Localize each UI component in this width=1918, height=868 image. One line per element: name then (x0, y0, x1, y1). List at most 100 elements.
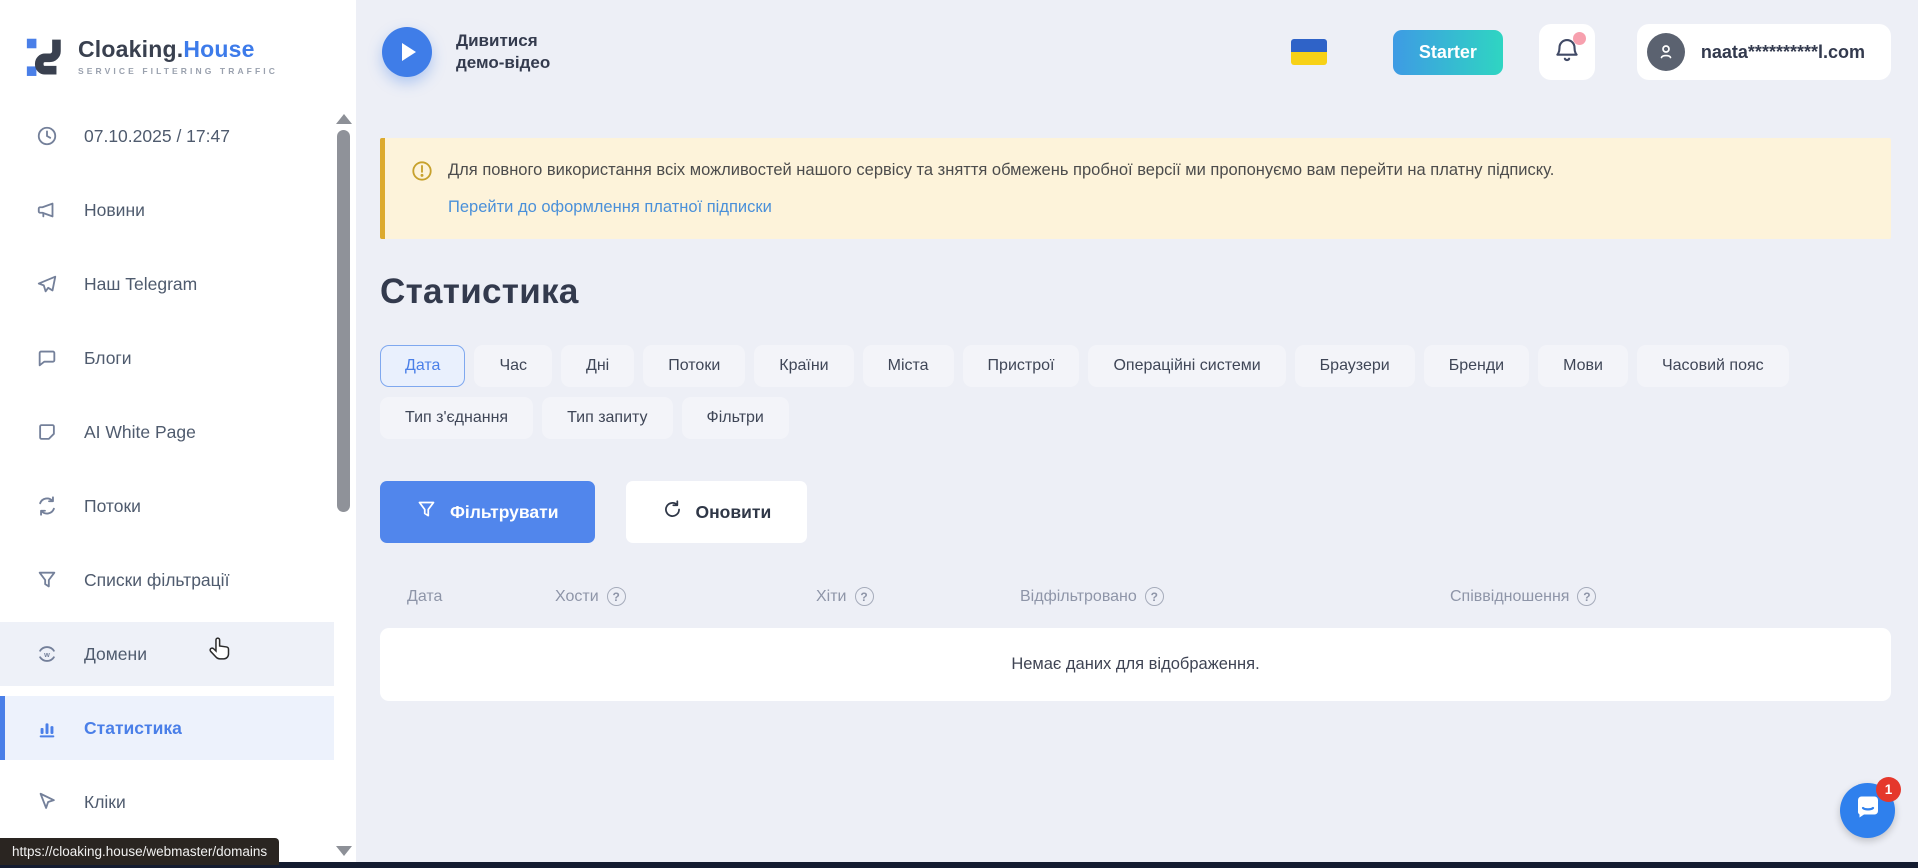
sidebar-nav: 07.10.2025 / 17:47 Новини Наш Telegram Б… (0, 104, 334, 844)
stat-tabs-row-2: Тип з'єднання Тип запиту Фільтри (380, 397, 1891, 439)
play-icon (402, 43, 416, 61)
brand-logo[interactable]: Cloaking.House SERVICE FILTERING TRAFFIC (0, 0, 356, 86)
user-avatar-icon (1647, 33, 1685, 71)
mouse-cursor-pointer (208, 636, 234, 666)
chat-widget-button[interactable]: 1 (1840, 783, 1895, 838)
tab-timezone[interactable]: Часовий пояс (1637, 345, 1789, 387)
empty-state-card: Немає даних для відображення. (380, 628, 1891, 701)
tab-days[interactable]: Дні (561, 345, 634, 387)
tab-streams[interactable]: Потоки (643, 345, 745, 387)
column-header-hits: Хіти ? (816, 587, 1020, 606)
clock-icon (36, 125, 58, 147)
sidebar-item-label: Новини (84, 200, 145, 221)
plan-starter-button[interactable]: Starter (1393, 30, 1503, 75)
tab-browsers[interactable]: Браузери (1295, 345, 1415, 387)
scrollbar-down-arrow[interactable] (336, 846, 352, 856)
trial-warning-banner: Для повного використання всіх можливосте… (380, 138, 1891, 239)
demo-video-play-button[interactable] (382, 27, 432, 77)
tab-brands[interactable]: Бренди (1424, 345, 1529, 387)
sync-icon (36, 495, 58, 517)
help-icon[interactable]: ? (1145, 587, 1164, 606)
banner-text: Для повного використання всіх можливосте… (448, 159, 1554, 182)
subscription-link[interactable]: Перейти до оформлення платної підписки (448, 198, 772, 217)
sidebar-item-clicks[interactable]: Кліки (0, 770, 334, 834)
demo-video-label[interactable]: Дивитися демо-відео (456, 30, 550, 74)
chat-unread-badge: 1 (1876, 777, 1901, 802)
tab-time[interactable]: Час (474, 345, 552, 387)
page-content: Для повного використання всіх можливосте… (356, 104, 1918, 701)
help-icon[interactable]: ? (855, 587, 874, 606)
sidebar-item-streams[interactable]: Потоки (0, 474, 334, 538)
sidebar-item-label: Кліки (84, 792, 126, 813)
sidebar-item-label: Домени (84, 644, 147, 665)
sidebar-item-label: AI White Page (84, 422, 196, 443)
brand-logo-icon (24, 31, 66, 82)
sidebar-item-label: Наш Telegram (84, 274, 197, 295)
refresh-icon (662, 499, 683, 525)
topbar: Дивитися демо-відео Starter naata*******… (356, 0, 1918, 104)
sidebar: Cloaking.House SERVICE FILTERING TRAFFIC… (0, 0, 356, 868)
sidebar-item-filter-lists[interactable]: Списки фільтрації (0, 548, 334, 612)
column-header-ratio: Співвідношення ? (1450, 587, 1596, 606)
sidebar-item-statistics[interactable]: Статистика (0, 696, 334, 760)
ukraine-flag-icon[interactable] (1291, 39, 1327, 65)
sidebar-item-domains[interactable]: w Домени (0, 622, 334, 686)
tab-languages[interactable]: Мови (1538, 345, 1628, 387)
megaphone-icon (36, 199, 58, 221)
scrollbar-up-arrow[interactable] (336, 114, 352, 124)
page-title: Статистика (380, 272, 1891, 312)
sidebar-item-label: Блоги (84, 348, 132, 369)
main-area: Дивитися демо-відео Starter naata*******… (356, 0, 1918, 868)
svg-text:w: w (43, 650, 50, 659)
sidebar-scrollbar-thumb[interactable] (337, 130, 350, 512)
globe-w-icon: w (36, 643, 58, 665)
brand-name: Cloaking.House SERVICE FILTERING TRAFFIC (78, 36, 278, 76)
tab-cities[interactable]: Міста (863, 345, 954, 387)
filter-button[interactable]: Фільтрувати (380, 481, 595, 543)
funnel-icon (36, 569, 58, 591)
column-header-hosts: Хости ? (555, 587, 816, 606)
sidebar-item-news[interactable]: Новини (0, 178, 334, 242)
action-buttons: Фільтрувати Оновити (380, 481, 1891, 543)
brand-tagline: SERVICE FILTERING TRAFFIC (78, 66, 278, 76)
help-icon[interactable]: ? (607, 587, 626, 606)
brand-name-accent: House (183, 36, 254, 62)
user-email: naata**********l.com (1701, 42, 1865, 63)
sidebar-item-date[interactable]: 07.10.2025 / 17:47 (0, 104, 334, 168)
notifications-button[interactable] (1539, 24, 1595, 80)
sidebar-item-ai-white-page[interactable]: AI White Page (0, 400, 334, 464)
user-menu[interactable]: naata**********l.com (1637, 24, 1891, 80)
sidebar-item-label: 07.10.2025 / 17:47 (84, 126, 230, 147)
page-icon (36, 421, 58, 443)
brand-name-dark: Cloaking. (78, 36, 183, 62)
notification-dot (1573, 32, 1586, 45)
tab-countries[interactable]: Країни (754, 345, 853, 387)
tab-filters[interactable]: Фільтри (682, 397, 789, 439)
column-header-filtered: Відфільтровано ? (1020, 587, 1450, 606)
telegram-icon (36, 273, 58, 295)
warning-icon (411, 160, 433, 182)
stats-table-header: Дата Хости ? Хіти ? Відфільтровано ? Спі… (380, 587, 1891, 606)
cursor-icon (36, 791, 58, 813)
tab-devices[interactable]: Пристрої (963, 345, 1080, 387)
tab-request-type[interactable]: Тип запиту (542, 397, 672, 439)
sidebar-item-label: Потоки (84, 496, 141, 517)
tab-operating-systems[interactable]: Операційні системи (1088, 345, 1285, 387)
tab-connection-type[interactable]: Тип з'єднання (380, 397, 533, 439)
sidebar-item-label: Списки фільтрації (84, 570, 229, 591)
bar-chart-icon (36, 717, 58, 739)
help-icon[interactable]: ? (1577, 587, 1596, 606)
tab-date[interactable]: Дата (380, 345, 465, 387)
sidebar-item-telegram[interactable]: Наш Telegram (0, 252, 334, 316)
refresh-button[interactable]: Оновити (626, 481, 808, 543)
sidebar-item-label: Статистика (84, 718, 182, 739)
sidebar-item-blogs[interactable]: Блоги (0, 326, 334, 390)
app-window: Cloaking.House SERVICE FILTERING TRAFFIC… (0, 0, 1918, 868)
funnel-icon (416, 499, 437, 525)
stat-tabs-row-1: Дата Час Дні Потоки Країни Міста Пристро… (380, 345, 1891, 387)
empty-state-text: Немає даних для відображення. (1011, 655, 1259, 674)
chat-bubble-icon (36, 347, 58, 369)
link-preview-statusbar: https://cloaking.house/webmaster/domains (0, 838, 279, 865)
window-bottom-edge (0, 862, 1918, 868)
column-header-date: Дата (380, 588, 555, 606)
